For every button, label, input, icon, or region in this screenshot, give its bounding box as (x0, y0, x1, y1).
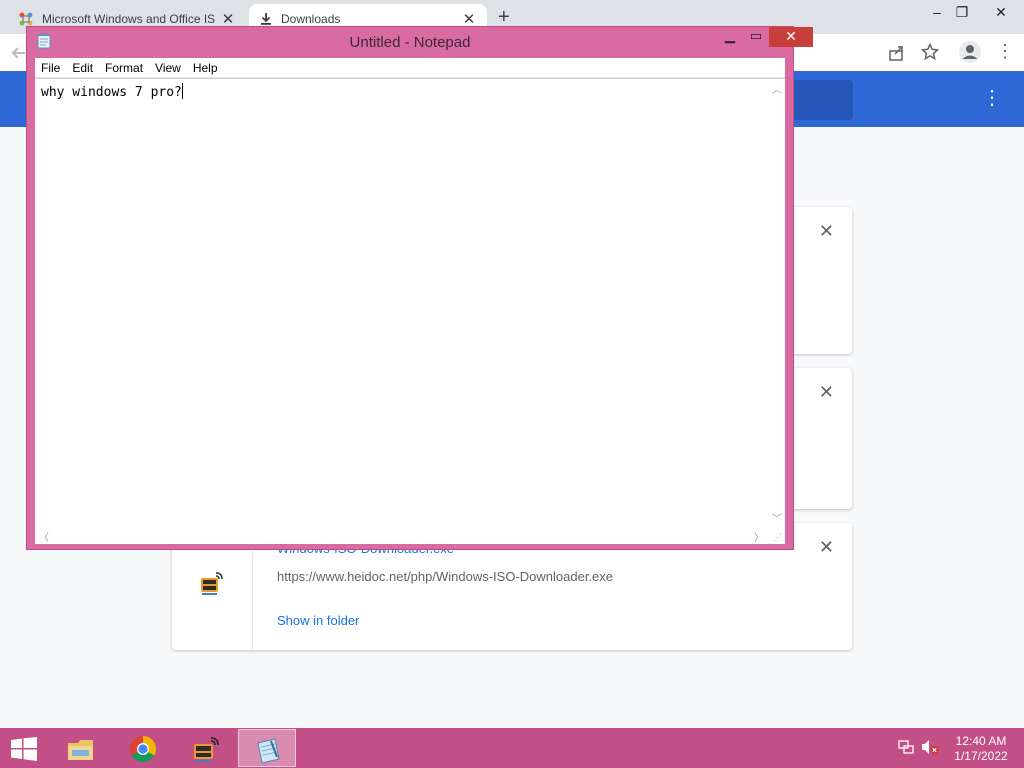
taskbar: 12:40 AM 1/17/2022 (0, 728, 1024, 768)
downloads-more-icon[interactable]: ⋮ (982, 88, 1002, 108)
download-icon (261, 13, 271, 25)
system-clock[interactable]: 12:40 AM 1/17/2022 (948, 734, 1014, 764)
downloads-search-box[interactable] (793, 80, 853, 120)
notepad-icon (257, 738, 280, 764)
start-button[interactable] (0, 729, 48, 767)
close-button[interactable]: ✕ (769, 27, 813, 47)
card-close-icon[interactable]: ✕ (819, 537, 834, 558)
editor-content: why windows 7 pro? (41, 85, 182, 100)
notepad-titlebar[interactable]: Untitled - Notepad ▁ ▭ ✕ (27, 27, 813, 57)
vertical-scrollbar[interactable]: ︿ ﹀ (768, 79, 785, 527)
card-close-icon[interactable]: ✕ (819, 382, 834, 403)
chrome-icon (129, 735, 157, 763)
scroll-left-icon[interactable]: 〈 (39, 529, 49, 544)
bookmark-star-icon[interactable] (921, 43, 939, 61)
menu-file[interactable]: File (35, 61, 66, 75)
show-in-folder-link[interactable]: Show in folder (277, 613, 359, 628)
browser-close-button[interactable]: ✕ (978, 0, 1024, 26)
network-icon[interactable] (898, 739, 914, 755)
notepad-window: Untitled - Notepad ▁ ▭ ✕ File Edit Forma… (26, 26, 813, 550)
window-title: Untitled - Notepad (349, 34, 471, 51)
clock-time: 12:40 AM (955, 734, 1007, 748)
taskbar-windows-iso-downloader[interactable] (176, 729, 234, 767)
tab-title: Microsoft Windows and Office IS (42, 12, 216, 26)
profile-avatar-icon[interactable] (958, 40, 982, 64)
scroll-up-icon[interactable]: ︿ (772, 81, 782, 96)
menu-format[interactable]: Format (99, 61, 149, 75)
menu-bar: File Edit Format View Help (35, 58, 785, 78)
scroll-down-icon[interactable]: ﹀ (772, 510, 782, 525)
text-editor-area[interactable]: why windows 7 pro? ︿ ﹀ 〈 〉 ⋰ (35, 78, 785, 544)
taskbar-file-explorer[interactable] (52, 729, 110, 767)
minimize-button[interactable]: ▁ (717, 27, 743, 47)
scroll-right-icon[interactable]: 〉 (754, 529, 764, 544)
browser-menu-icon[interactable]: ⋮ (996, 41, 1014, 62)
taskbar-chrome[interactable] (114, 729, 172, 767)
horizontal-scrollbar[interactable]: 〈 〉 (35, 527, 768, 544)
editor-text: why windows 7 pro? (41, 83, 183, 100)
resize-grip-icon[interactable]: ⋰ (773, 532, 783, 542)
text-caret (181, 83, 183, 99)
maximize-button[interactable]: ▭ (743, 27, 769, 47)
card-close-icon[interactable]: ✕ (819, 221, 834, 242)
heidoc-icon (194, 737, 219, 762)
menu-help[interactable]: Help (187, 61, 224, 75)
file-explorer-icon (68, 740, 93, 760)
volume-muted-icon[interactable] (921, 739, 939, 755)
tab-title: Downloads (281, 12, 341, 26)
download-url[interactable]: https://www.heidoc.net/php/Windows-ISO-D… (277, 569, 613, 584)
taskbar-notepad[interactable] (238, 729, 296, 767)
menu-edit[interactable]: Edit (66, 61, 99, 75)
start-icon (11, 737, 37, 761)
menu-view[interactable]: View (149, 61, 187, 75)
clock-date: 1/17/2022 (954, 749, 1008, 763)
joomla-icon (19, 12, 33, 26)
share-icon[interactable] (888, 44, 906, 62)
heidoc-icon (201, 572, 223, 595)
